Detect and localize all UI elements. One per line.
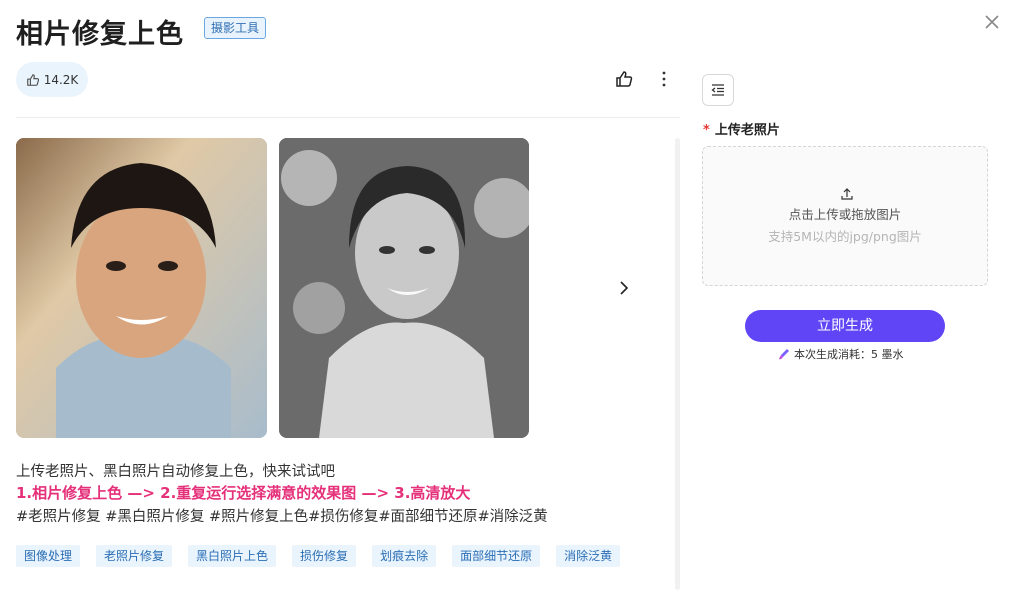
cost-text: 本次生成消耗：5 墨水 bbox=[794, 348, 904, 361]
category-tag[interactable]: 摄影工具 bbox=[204, 17, 267, 39]
tag-chip[interactable]: 消除泛黄 bbox=[556, 545, 621, 567]
steps-line: 1.相片修复上色 —> 2.重复运行选择满意的效果图 —> 3.高清放大 bbox=[16, 484, 471, 502]
like-count: 14.2K bbox=[43, 72, 79, 87]
sample-image-young-man[interactable] bbox=[16, 138, 267, 438]
generate-button[interactable]: 立即生成 bbox=[745, 310, 945, 342]
required-mark: * bbox=[703, 123, 710, 138]
sample-image-young-woman[interactable] bbox=[279, 138, 529, 438]
page-title: 相片修复上色 bbox=[16, 19, 184, 50]
tag-chip[interactable]: 老照片修复 bbox=[96, 545, 173, 567]
like-count-badge[interactable]: 14.2K bbox=[16, 62, 88, 97]
cost-info: 本次生成消耗：5 墨水 bbox=[778, 346, 904, 362]
like-icon bbox=[26, 73, 39, 86]
thumbs-up-icon[interactable] bbox=[614, 69, 634, 89]
tag-chip-list: 图像处理 老照片修复 黑白照片上色 损伤修复 划痕去除 面部细节还原 消除泛黄 bbox=[16, 545, 621, 567]
upload-icon bbox=[841, 188, 853, 200]
description-line: 上传老照片、黑白照片自动修复上色，快来试试吧 bbox=[16, 464, 335, 480]
tag-chip[interactable]: 面部细节还原 bbox=[452, 545, 541, 567]
close-icon[interactable] bbox=[982, 12, 1002, 32]
tool-detail-page: 相片修复上色 摄影工具 14.2K 上传老照片、黑白照片自动修复上色，快来试试吧… bbox=[0, 0, 1015, 593]
ink-brush-icon bbox=[779, 349, 789, 360]
divider bbox=[16, 117, 680, 118]
tag-chip[interactable]: 划痕去除 bbox=[372, 545, 437, 567]
more-vertical-icon[interactable] bbox=[657, 69, 671, 89]
hashtags-line: #老照片修复 #黑白照片修复 #照片修复上色#损伤修复#面部细节还原#消除泛黄 bbox=[16, 509, 548, 525]
upload-field-label: * 上传老照片 bbox=[703, 119, 780, 138]
upload-dropzone[interactable]: 点击上传或拖放图片 支持5M以内的jpg/png图片 bbox=[702, 146, 988, 286]
chevron-right-icon[interactable] bbox=[614, 278, 634, 298]
tag-chip[interactable]: 黑白照片上色 bbox=[188, 545, 277, 567]
collapse-panel-button[interactable] bbox=[702, 74, 734, 106]
tag-chip[interactable]: 图像处理 bbox=[16, 545, 81, 567]
tag-chip[interactable]: 损伤修复 bbox=[292, 545, 357, 567]
upload-instruction: 点击上传或拖放图片 bbox=[788, 207, 902, 222]
upload-hint: 支持5M以内的jpg/png图片 bbox=[768, 229, 922, 244]
upload-label-text: 上传老照片 bbox=[714, 123, 780, 138]
indent-icon bbox=[711, 84, 724, 96]
scrollbar[interactable] bbox=[675, 138, 680, 590]
